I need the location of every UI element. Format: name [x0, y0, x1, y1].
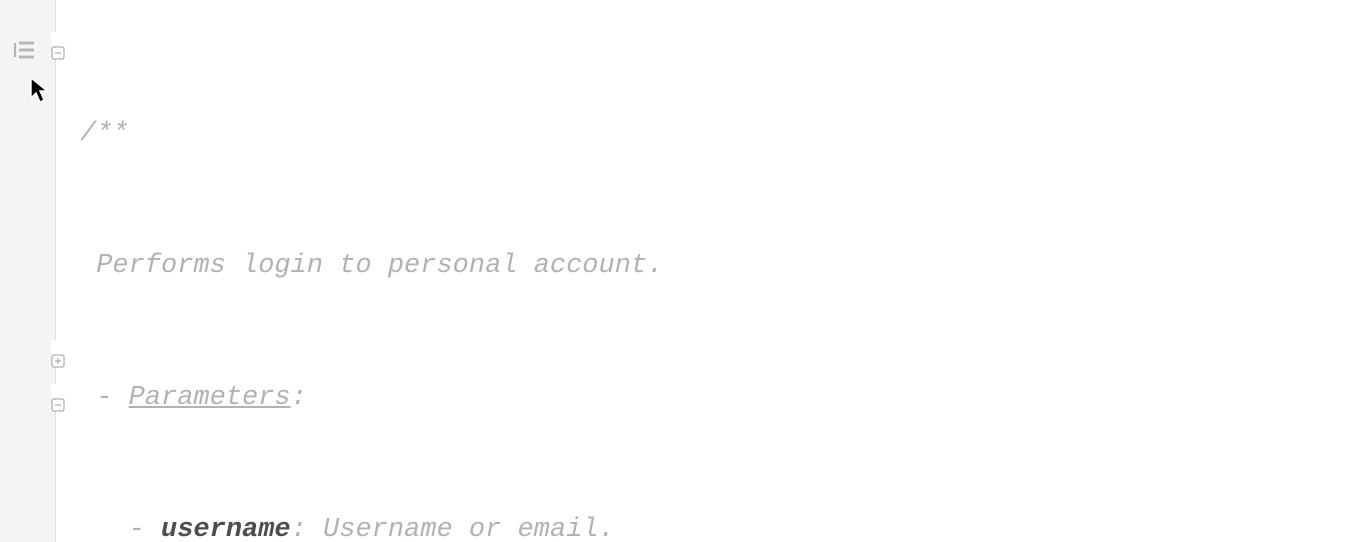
- fold-toggle-comment-close[interactable]: [51, 340, 65, 354]
- fold-toggle-func[interactable]: [51, 384, 65, 398]
- gutter-strip: [56, 0, 70, 542]
- fold-toggle-comment-open[interactable]: [51, 32, 65, 46]
- doc-open: /**: [80, 119, 129, 149]
- code-line[interactable]: Performs login to personal account.: [70, 244, 1360, 288]
- code-line[interactable]: - Parameters:: [70, 376, 1360, 420]
- doc-desc: Performs login to personal account.: [96, 251, 663, 281]
- doc-param-name: username: [161, 515, 291, 542]
- gutter: [0, 0, 56, 542]
- doc-parameters-label: Parameters: [129, 383, 291, 413]
- structure-icon[interactable]: [12, 32, 36, 52]
- code-editor[interactable]: /** Performs login to personal account. …: [70, 0, 1360, 542]
- code-line[interactable]: /**: [70, 112, 1360, 156]
- doc-param-desc: : Username or email.: [291, 515, 615, 542]
- code-line[interactable]: - username: Username or email.: [70, 508, 1360, 542]
